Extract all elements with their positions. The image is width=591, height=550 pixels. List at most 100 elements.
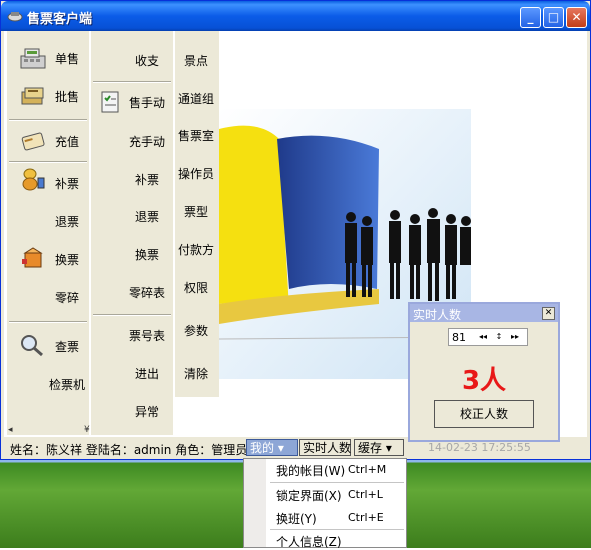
- nav-item-ticket-office[interactable]: 售票室: [175, 120, 219, 150]
- nav-label: 换票: [135, 247, 160, 262]
- nav-item-channel-group[interactable]: 通道组: [175, 83, 219, 113]
- nav-item-single-sale[interactable]: 单售: [7, 43, 89, 73]
- close-button[interactable]: ✕: [566, 7, 587, 28]
- nav-item-change[interactable]: 零碎: [7, 282, 89, 312]
- nav-item-batch-sale[interactable]: 批售: [7, 81, 89, 111]
- minimize-button[interactable]: _: [520, 7, 541, 28]
- interval-value[interactable]: 81: [452, 331, 466, 344]
- nav-item-payer[interactable]: 付款方: [175, 234, 219, 264]
- cache-menu-button[interactable]: 缓存 ▾: [354, 439, 404, 456]
- menu-separator: [270, 482, 404, 483]
- nav-label: 异常: [135, 404, 160, 419]
- nav-item-scenic-spot[interactable]: 景点: [175, 45, 219, 75]
- nav-label: 参数: [184, 323, 209, 338]
- coins-icon: [22, 168, 45, 191]
- nav-item-manual-sale[interactable]: 售手动: [91, 87, 173, 117]
- popup-title-bar[interactable]: 实时人数 ✕: [410, 304, 558, 322]
- nav-item-in-out[interactable]: 进出: [91, 358, 173, 388]
- menu-item-label: 锁定界面(X): [276, 489, 342, 503]
- nav-label: 售手动: [129, 95, 166, 110]
- separator: [9, 321, 87, 323]
- nav-label: 单售: [55, 51, 80, 66]
- nav-column-settings: 景点 通道组 售票室 操作员 票型 付款方 权限 参数 清除: [175, 31, 219, 397]
- correct-count-button[interactable]: 校正人数: [434, 400, 534, 428]
- nav-item-operator[interactable]: 操作员: [175, 158, 219, 188]
- nav-item-report-refund[interactable]: 退票: [91, 201, 173, 231]
- nav-column-sales: 单售 批售 充值 补票 退票 换票 零碎 查票 检票机: [7, 31, 89, 435]
- popup-close-icon[interactable]: ✕: [542, 307, 555, 320]
- separator: [93, 314, 171, 316]
- menu-item-shortcut: Ctrl+L: [348, 488, 383, 501]
- nav-label: 景点: [184, 53, 209, 68]
- nav-item-change-report[interactable]: 零碎表: [91, 277, 173, 307]
- realtime-count-popup: 实时人数 ✕ 81 ◂◂ ↕ ▸▸ 3人 校正人数: [408, 302, 560, 442]
- mine-menu-button[interactable]: 我的 ▾: [246, 439, 298, 456]
- nav-label: 补票: [55, 176, 80, 191]
- nav-item-report-supplement[interactable]: 补票: [91, 164, 173, 194]
- separator: [9, 161, 87, 163]
- nav-item-ticket-type[interactable]: 票型: [175, 196, 219, 226]
- window-title: 售票客户端: [27, 12, 93, 27]
- nav-item-manual-recharge[interactable]: 充手动: [91, 126, 173, 156]
- nav-item-clear[interactable]: 清除: [175, 358, 219, 388]
- nav-label: 零碎表: [129, 285, 166, 300]
- nav-item-gate-machine[interactable]: 检票机: [7, 369, 89, 399]
- nav-column-reports: 收支 售手动 充手动 补票 退票 换票 零碎表 票号表 进出 异常: [91, 31, 173, 435]
- nav-item-permission[interactable]: 权限: [175, 272, 219, 302]
- menu-separator: [270, 529, 404, 530]
- nav-item-query-ticket[interactable]: 查票: [7, 331, 89, 361]
- nav-label: 换票: [55, 252, 80, 267]
- menu-icon-strip: [244, 459, 266, 547]
- first-icon[interactable]: ◂◂: [477, 330, 489, 344]
- spin-up-down-icon[interactable]: ↕: [493, 330, 505, 344]
- user-info: 姓名：陈义祥 登陆名：admin 角色：管理员：: [10, 443, 260, 457]
- nav-item-report-exchange[interactable]: 换票: [91, 239, 173, 269]
- menu-item-label: 个人信息(Z): [276, 535, 342, 549]
- nav-item-recharge[interactable]: 充值: [7, 126, 89, 156]
- nav-label: 收支: [135, 53, 160, 68]
- interval-spinner[interactable]: 81 ◂◂ ↕ ▸▸: [448, 328, 528, 346]
- menu-item-shortcut: Ctrl+E: [348, 511, 384, 524]
- people-count: 3人: [461, 366, 507, 396]
- nav-label: 批售: [55, 89, 80, 104]
- title-bar[interactable]: 售票客户端 _ □ ✕: [1, 1, 590, 31]
- nav-label: 充手动: [129, 134, 166, 149]
- scroll-arrows[interactable]: ◂ ¥: [8, 425, 90, 435]
- nav-item-exchange[interactable]: 换票: [7, 244, 89, 274]
- popup-title: 实时人数: [413, 308, 462, 322]
- separator: [9, 119, 87, 121]
- magnifier-icon: [21, 335, 43, 357]
- nav-label: 付款方: [178, 242, 215, 257]
- app-icon: [7, 12, 23, 22]
- nav-item-refund[interactable]: 退票: [7, 206, 89, 236]
- ticket-stack-icon: [21, 87, 44, 105]
- nav-label: 进出: [135, 366, 160, 381]
- checklist-icon: [101, 91, 119, 113]
- nav-label: 补票: [135, 172, 160, 187]
- nav-label: 清除: [184, 366, 209, 381]
- nav-label: 检票机: [49, 377, 86, 392]
- nav-label: 票型: [184, 204, 209, 219]
- menu-item-label: 我的帐目(W): [276, 464, 346, 478]
- exchange-box-icon: [22, 247, 43, 268]
- nav-label: 操作员: [178, 166, 215, 181]
- separator: [93, 81, 171, 83]
- nav-item-ticket-number-report[interactable]: 票号表: [91, 320, 173, 350]
- nav-label: 权限: [184, 280, 209, 295]
- last-icon[interactable]: ▸▸: [509, 330, 521, 344]
- recharge-card-icon: [21, 132, 45, 151]
- nav-item-parameters[interactable]: 参数: [175, 315, 219, 345]
- nav-label: 零碎: [55, 290, 80, 305]
- nav-label: 查票: [55, 339, 80, 354]
- nav-label: 退票: [135, 209, 160, 224]
- menu-item-shortcut: Ctrl+M: [348, 463, 387, 476]
- nav-item-income-expense[interactable]: 收支: [91, 45, 173, 75]
- mine-dropdown-menu: 我的帐目(W) Ctrl+M 锁定界面(X) Ctrl+L 换班(Y) Ctrl…: [243, 458, 407, 549]
- maximize-button[interactable]: □: [543, 7, 564, 28]
- nav-label: 票号表: [129, 328, 166, 343]
- cash-register-icon: [20, 48, 46, 69]
- nav-item-abnormal[interactable]: 异常: [91, 396, 173, 426]
- realtime-count-button[interactable]: 实时人数: [299, 439, 351, 456]
- nav-item-supplement[interactable]: 补票: [7, 168, 89, 198]
- nav-label: 通道组: [178, 91, 215, 106]
